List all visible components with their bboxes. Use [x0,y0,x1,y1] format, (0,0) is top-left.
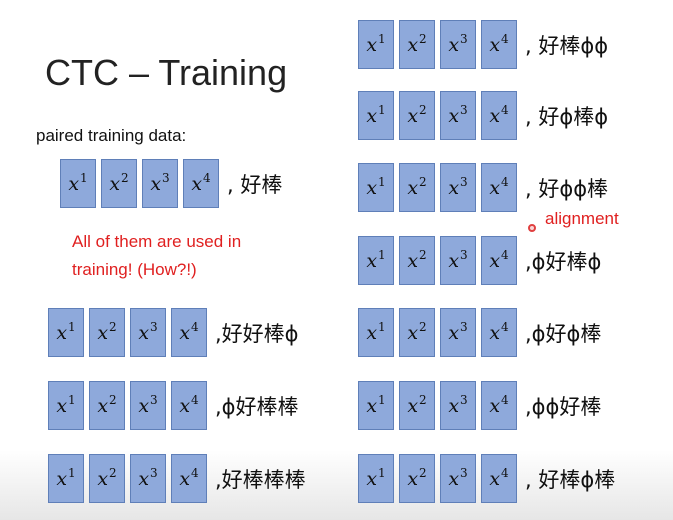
alignment-row: x1 x2 x3 x4 ,ϕ好ϕ棒 [358,308,601,357]
alignment-label: ,好棒棒棒 [215,467,306,492]
alignment-row: x1 x2 x3 x4 ,好好棒ϕ [48,308,299,357]
frame-box: x4 [171,308,207,357]
frame-box: x3 [440,308,476,357]
alignment-label: ,ϕ好ϕ棒 [525,321,602,346]
frame-box: x4 [481,20,517,69]
pointer-dot [528,224,536,232]
alignment-row: x1 x2 x3 x4 ,ϕ好棒ϕ [358,236,601,285]
frame-box: x4 [481,163,517,212]
frame-box: x1 [358,454,394,503]
frame-box: x4 [183,159,219,208]
frame-box: x3 [130,454,166,503]
input-frames: x1 x2 x3 x4 [358,454,522,503]
frame-box: x1 [358,236,394,285]
frame-box: x1 [60,159,96,208]
target-label: , 好棒 [227,172,283,197]
frame-box: x1 [358,20,394,69]
frame-box: x2 [399,236,435,285]
alignment-label: ,好好棒ϕ [215,321,299,346]
alignment-label: , 好ϕ棒ϕ [525,104,609,129]
slide-title: CTC – Training [45,52,288,93]
frame-box: x1 [48,454,84,503]
slide: CTC – Training paired training data: x1 … [0,0,673,520]
input-frames: x1 x2 x3 x4 [358,20,522,69]
frame-box: x1 [48,381,84,430]
frame-box: x2 [399,163,435,212]
frame-box: x2 [399,454,435,503]
frame-box: x1 [48,308,84,357]
paired-data-label: paired training data: [36,126,187,145]
frame-box: x2 [399,20,435,69]
frame-box: x3 [130,381,166,430]
note-line-2: training! (How?!) [72,260,197,279]
frame-box: x2 [399,381,435,430]
alignment-label: , 好棒ϕ棒 [525,467,616,492]
alignment-row: x1 x2 x3 x4 , 好ϕϕ棒 [358,163,608,212]
frame-box: x3 [440,381,476,430]
frame-box: x4 [481,308,517,357]
alignment-label: ,ϕϕ好棒 [525,394,602,419]
frame-box: x3 [440,236,476,285]
input-frames: x1 x2 x3 x4 [358,91,522,140]
frame-box: x3 [440,163,476,212]
input-frames: x1 x2 x3 x4 [60,159,224,208]
input-frames: x1 x2 x3 x4 [358,236,522,285]
frame-box: x3 [440,91,476,140]
frame-box: x4 [481,91,517,140]
frame-box: x4 [481,381,517,430]
alignment-label: , 好棒ϕϕ [525,33,609,58]
frame-box: x4 [481,454,517,503]
frame-box: x4 [171,454,207,503]
note-text: All of them are used in training! (How?!… [72,228,241,284]
frame-box: x2 [89,454,125,503]
alignment-row: x1 x2 x3 x4 , 好ϕ棒ϕ [358,91,608,140]
input-frames: x1 x2 x3 x4 [48,381,212,430]
alignment-label: ,ϕ好棒棒 [215,394,299,419]
input-frames: x1 x2 x3 x4 [358,381,522,430]
frame-box: x1 [358,381,394,430]
input-frames: x1 x2 x3 x4 [358,308,522,357]
frame-box: x4 [171,381,207,430]
alignment-annotation: alignment [545,209,619,228]
alignment-row: x1 x2 x3 x4 ,好棒棒棒 [48,454,306,503]
input-frames: x1 x2 x3 x4 [48,454,212,503]
alignment-label: ,ϕ好棒ϕ [525,249,602,274]
frame-box: x2 [399,91,435,140]
frame-box: x3 [142,159,178,208]
frame-box: x4 [481,236,517,285]
alignment-label: , 好ϕϕ棒 [525,176,609,201]
frame-box: x2 [101,159,137,208]
frame-box: x1 [358,91,394,140]
alignment-row: x1 x2 x3 x4 , 好棒ϕϕ [358,20,608,69]
alignment-row: x1 x2 x3 x4 ,ϕϕ好棒 [358,381,601,430]
note-line-1: All of them are used in [72,232,242,251]
frame-box: x2 [89,381,125,430]
input-frames: x1 x2 x3 x4 [48,308,212,357]
frame-box: x1 [358,308,394,357]
frame-box: x3 [440,454,476,503]
alignment-row: x1 x2 x3 x4 , 好棒ϕ棒 [358,454,615,503]
frame-box: x3 [440,20,476,69]
alignment-row: x1 x2 x3 x4 ,ϕ好棒棒 [48,381,299,430]
target-row: x1 x2 x3 x4 , 好棒 [60,159,282,208]
frame-box: x2 [89,308,125,357]
frame-box: x2 [399,308,435,357]
frame-box: x1 [358,163,394,212]
frame-box: x3 [130,308,166,357]
input-frames: x1 x2 x3 x4 [358,163,522,212]
